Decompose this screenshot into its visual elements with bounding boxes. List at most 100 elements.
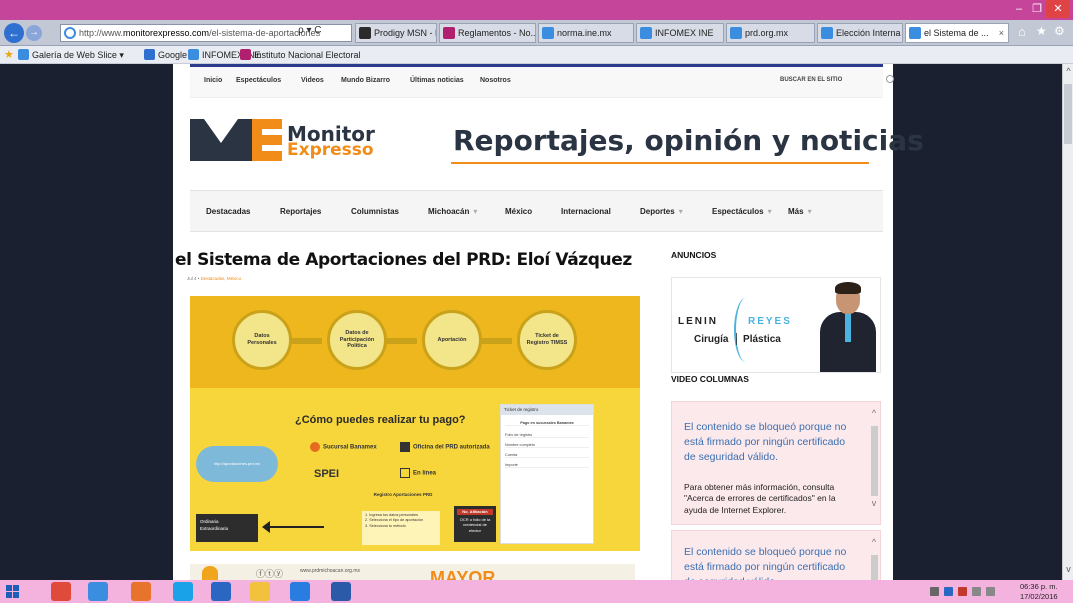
article-title: el Sistema de Aportaciones del PRD: Eloí…: [175, 250, 632, 270]
top-nav-link[interactable]: Mundo Bizarro: [341, 77, 390, 84]
logo-m-block[interactable]: [190, 119, 252, 161]
minimize-button[interactable]: –: [1010, 0, 1028, 18]
back-button[interactable]: ←: [4, 23, 24, 43]
browser-tab[interactable]: norma.ine.mx: [538, 23, 634, 43]
hero-form-row: Nombre completo: [505, 443, 589, 448]
main-nav-item[interactable]: Columnistas: [351, 207, 399, 216]
outlook-icon[interactable]: [211, 582, 231, 601]
forward-button[interactable]: →: [26, 25, 42, 41]
hero-form-subtitle: Pago en sucursales Banamex: [505, 421, 589, 426]
skype-icon[interactable]: [173, 582, 193, 601]
chevron-down-icon: ▾: [678, 207, 683, 216]
blocked-content-frame: El contenido se bloqueó porque no está f…: [671, 530, 881, 580]
network-icon[interactable]: [972, 587, 981, 596]
frame-scroll-down-button[interactable]: v: [868, 498, 880, 508]
hero-connector: [288, 338, 322, 344]
main-nav-item[interactable]: México: [505, 207, 532, 216]
main-nav-item[interactable]: Deportes ▾: [640, 207, 683, 216]
ad-photo: [820, 282, 876, 372]
top-nav-link[interactable]: Últimas noticias: [410, 77, 464, 84]
hero-steps-list: 1. Ingresa tus datos personales 2. Selec…: [362, 511, 440, 545]
main-nav-item[interactable]: Espectáculos ▾: [712, 207, 772, 216]
sidebar-anuncios-title: ANUNCIOS: [671, 250, 717, 260]
tab-close-icon[interactable]: ×: [999, 24, 1004, 42]
blocked-content-info: Para obtener más información, consulta "…: [684, 482, 836, 515]
search-refresh-controls[interactable]: ρ ▾ C: [298, 25, 322, 36]
sidebar-ad-lenin-reyes[interactable]: LENIN REYES Cirugía │ Plástica: [671, 277, 881, 373]
main-nav-item[interactable]: Reportajes: [280, 207, 321, 216]
top-navigation: Inicio Espectáculos Videos Mundo Bizarro Últ…: [190, 64, 894, 98]
favorite-label: Instituto Nacional Electoral: [254, 50, 361, 60]
windows-taskbar: 06:36 p. m. 17/02/2016: [0, 580, 1073, 603]
scroll-down-button[interactable]: v: [1063, 564, 1073, 576]
main-nav-label: Deportes: [640, 207, 675, 216]
clock-date: 17/02/2016: [1020, 591, 1058, 601]
tab-label: el Sistema de ...: [924, 28, 989, 38]
top-nav-link[interactable]: Nosotros: [480, 77, 511, 84]
chrome-icon[interactable]: [51, 582, 71, 601]
favorites-star-icon[interactable]: ★: [1036, 24, 1047, 38]
search-icon[interactable]: [886, 75, 894, 83]
site-tagline: Reportajes, opinión y noticias: [453, 124, 924, 157]
maximize-button[interactable]: ❐: [1028, 0, 1046, 18]
firefox-icon[interactable]: [131, 582, 151, 601]
tab-favicon-icon: [821, 27, 833, 39]
favorite-label: Galería de Web Slice ▾: [32, 50, 124, 60]
hero-registro-label: Registro Aportaciones PRD: [373, 492, 433, 497]
browser-tab[interactable]: Elección Interna P...: [817, 23, 903, 43]
browser-tab[interactable]: el Sistema de ... ×: [905, 23, 1009, 43]
sun-graphic: [202, 566, 218, 580]
main-nav-label: Reportajes: [280, 207, 322, 216]
favorite-icon: [144, 49, 155, 60]
logo-e-block[interactable]: [252, 119, 282, 161]
top-nav-link[interactable]: Espectáculos: [236, 77, 281, 84]
favorite-link[interactable]: Instituto Nacional Electoral: [240, 49, 361, 60]
tray-app-icon[interactable]: [944, 587, 953, 596]
main-nav-item[interactable]: Destacadas: [206, 207, 250, 216]
favorite-link[interactable]: Galería de Web Slice ▾: [18, 49, 124, 61]
page-scrollbar[interactable]: ^ v: [1062, 64, 1073, 580]
tab-favicon-icon: [359, 27, 371, 39]
scroll-up-button[interactable]: ^: [1063, 66, 1073, 78]
taskbar-clock[interactable]: 06:36 p. m. 17/02/2016: [1020, 582, 1058, 602]
main-nav-item[interactable]: Michoacán ▾: [428, 207, 477, 216]
favorite-link[interactable]: Google: [144, 49, 187, 60]
gear-icon[interactable]: ⚙: [1054, 24, 1065, 38]
frame-scroll-up-button[interactable]: ^: [868, 537, 880, 547]
page-viewport: Inicio Espectáculos Videos Mundo Bizarro Últ…: [0, 64, 1062, 580]
internet-explorer-icon[interactable]: [88, 582, 108, 601]
volume-icon[interactable]: [986, 587, 995, 596]
teamviewer-icon[interactable]: [290, 582, 310, 601]
frame-scroll-up-button[interactable]: ^: [868, 408, 880, 418]
main-nav-item[interactable]: Más ▾: [788, 207, 812, 216]
article-categories[interactable]: Destacadas, México: [201, 276, 242, 281]
hero-form-row: Folio de registro: [505, 433, 589, 438]
favorite-icon: [18, 49, 29, 60]
close-button[interactable]: ✕: [1046, 0, 1070, 18]
tray-flag-icon[interactable]: [958, 587, 967, 596]
main-nav-item[interactable]: Internacional: [561, 207, 611, 216]
ad-arc-graphic: [734, 298, 758, 362]
home-icon[interactable]: ⌂: [1018, 24, 1026, 39]
file-explorer-icon[interactable]: [250, 582, 270, 601]
tab-label: Elección Interna P...: [836, 28, 902, 38]
frame-scrollbar-thumb[interactable]: [871, 555, 878, 580]
site-search-input[interactable]: BUSCAR EN EL SITIO: [780, 77, 842, 83]
word-icon[interactable]: [331, 582, 351, 601]
social-icons: ⓕⓣⓨ: [256, 569, 284, 579]
frame-scrollbar-thumb[interactable]: [871, 426, 878, 496]
tab-favicon-icon: [640, 27, 652, 39]
browser-tab[interactable]: Reglamentos - No...: [439, 23, 536, 43]
tray-show-hidden-icon[interactable]: [930, 587, 939, 596]
hero-step-circle: Ticket de Registro TIMSS: [517, 310, 577, 370]
browser-tab[interactable]: INFOMEX INE: [636, 23, 724, 43]
top-nav-link[interactable]: Videos: [301, 77, 324, 84]
logo-subname[interactable]: Expresso: [287, 140, 374, 160]
hero-connector: [478, 338, 512, 344]
top-nav-link[interactable]: Inicio: [204, 77, 222, 84]
add-favorite-star-icon[interactable]: ★: [4, 48, 14, 61]
browser-tab[interactable]: prd.org.mx: [726, 23, 815, 43]
hero-option-ordinaria: Ordinaria: [200, 519, 219, 524]
browser-tab[interactable]: Prodigy MSN - Ho...: [355, 23, 437, 43]
scrollbar-thumb[interactable]: [1064, 84, 1072, 144]
